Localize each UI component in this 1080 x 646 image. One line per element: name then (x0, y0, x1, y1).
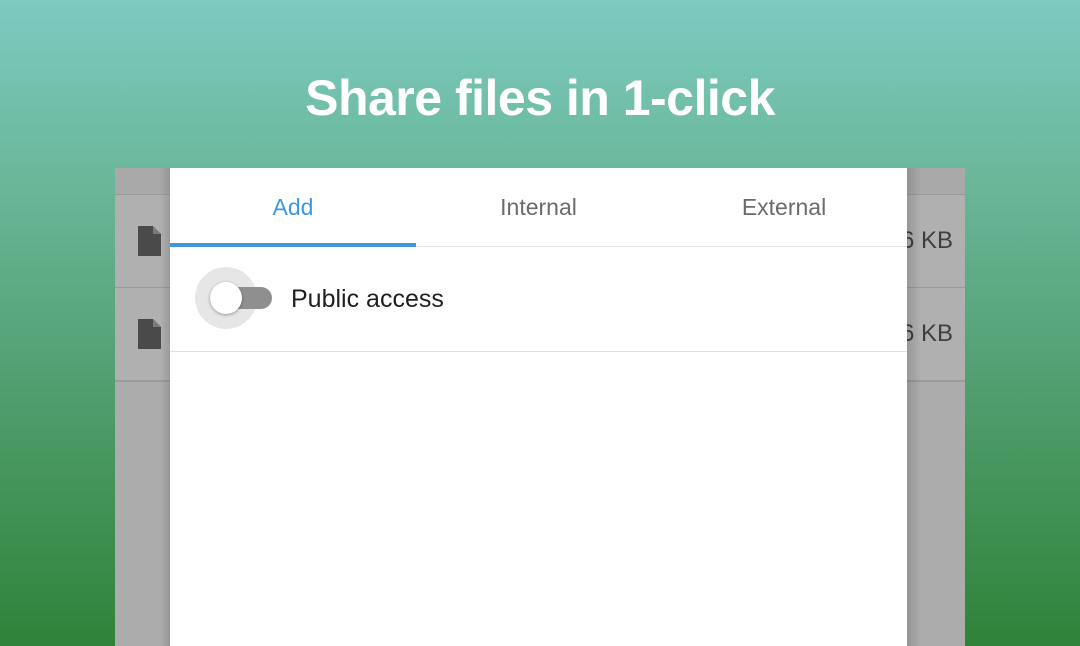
tab-add[interactable]: Add (170, 168, 416, 246)
tab-internal[interactable]: Internal (416, 168, 661, 246)
file-icon (138, 226, 161, 256)
headline: Share files in 1-click (305, 70, 775, 126)
file-icon (138, 319, 161, 349)
public-access-row: Public access (170, 247, 907, 352)
public-access-toggle[interactable] (195, 267, 272, 329)
toggle-thumb (210, 282, 242, 314)
dialog-shadow-right (907, 168, 921, 646)
tab-external[interactable]: External (661, 168, 907, 246)
share-tabs: Add Internal External (170, 168, 907, 247)
share-dialog: Add Internal External Public access (170, 168, 907, 646)
dialog-shadow-left (160, 168, 170, 646)
public-access-label: Public access (291, 285, 444, 313)
